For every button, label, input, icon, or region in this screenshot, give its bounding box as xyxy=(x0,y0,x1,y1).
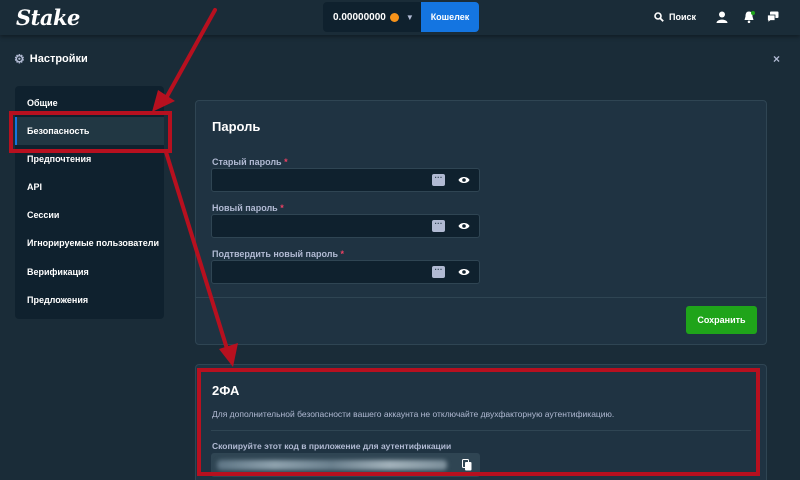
sidebar-item-api[interactable]: API xyxy=(15,173,164,201)
notification-icon[interactable] xyxy=(742,10,756,24)
old-password-label: Старый пароль * xyxy=(212,157,288,167)
twofa-code-field[interactable] xyxy=(211,453,480,477)
new-password-label: Новый пароль * xyxy=(212,203,284,213)
password-panel: Пароль Старый пароль * ··· Новый пароль … xyxy=(195,100,767,345)
divider xyxy=(211,430,751,431)
search-label: Поиск xyxy=(669,12,697,22)
user-icon[interactable] xyxy=(715,10,729,24)
chat-icon[interactable] xyxy=(766,10,780,24)
copy-icon[interactable] xyxy=(462,459,472,471)
confirm-password-input[interactable]: ··· xyxy=(211,260,480,284)
password-manager-icon[interactable]: ··· xyxy=(432,266,445,278)
search-button[interactable]: Поиск xyxy=(654,10,696,24)
password-manager-icon[interactable]: ··· xyxy=(432,220,445,232)
stake-logo[interactable]: Stake xyxy=(16,5,80,30)
bitcoin-icon xyxy=(389,12,399,22)
blurred-code xyxy=(217,460,447,470)
settings-title: Настройки xyxy=(29,53,88,65)
balance-selector[interactable]: 0.00000000 ▼ xyxy=(323,2,421,32)
eye-icon[interactable] xyxy=(458,221,470,231)
password-title: Пароль xyxy=(212,119,261,134)
close-icon[interactable]: × xyxy=(773,52,780,66)
twofa-panel: 2ФА Для дополнительной безопасности ваше… xyxy=(195,364,767,480)
save-button[interactable]: Сохранить xyxy=(686,306,757,334)
eye-icon[interactable] xyxy=(458,175,470,185)
sidebar-item-offers[interactable]: Предложения xyxy=(15,286,164,314)
sidebar-item-verification[interactable]: Верификация xyxy=(15,258,164,286)
sidebar-item-ignored-users[interactable]: Игнорируемые пользователи xyxy=(15,229,164,257)
twofa-description: Для дополнительной безопасности вашего а… xyxy=(212,409,615,419)
old-password-input[interactable]: ··· xyxy=(211,168,480,192)
password-manager-icon[interactable]: ··· xyxy=(432,174,445,186)
twofa-code-label: Скопируйте этот код в приложение для аут… xyxy=(212,441,452,451)
divider xyxy=(196,297,766,298)
top-bar: Stake 0.00000000 ▼ Кошелек Поиск xyxy=(0,0,800,35)
sidebar-item-sessions[interactable]: Сессии xyxy=(15,201,164,229)
search-icon xyxy=(654,12,664,22)
settings-sidebar: Общие Безопасность Предпочтения API Сесс… xyxy=(15,86,164,319)
confirm-password-label: Подтвердить новый пароль * xyxy=(212,249,345,259)
settings-header: ⚙ Настройки xyxy=(14,52,88,66)
chevron-down-icon: ▼ xyxy=(405,12,414,22)
eye-icon[interactable] xyxy=(458,267,470,277)
sidebar-item-preferences[interactable]: Предпочтения xyxy=(15,145,164,173)
gear-icon: ⚙ xyxy=(14,52,25,66)
balance-value: 0.00000000 xyxy=(333,11,386,23)
wallet-button[interactable]: Кошелек xyxy=(421,2,479,32)
sidebar-item-security[interactable]: Безопасность xyxy=(15,117,164,145)
new-password-input[interactable]: ··· xyxy=(211,214,480,238)
sidebar-item-general[interactable]: Общие xyxy=(15,89,164,117)
twofa-title: 2ФА xyxy=(212,383,240,398)
